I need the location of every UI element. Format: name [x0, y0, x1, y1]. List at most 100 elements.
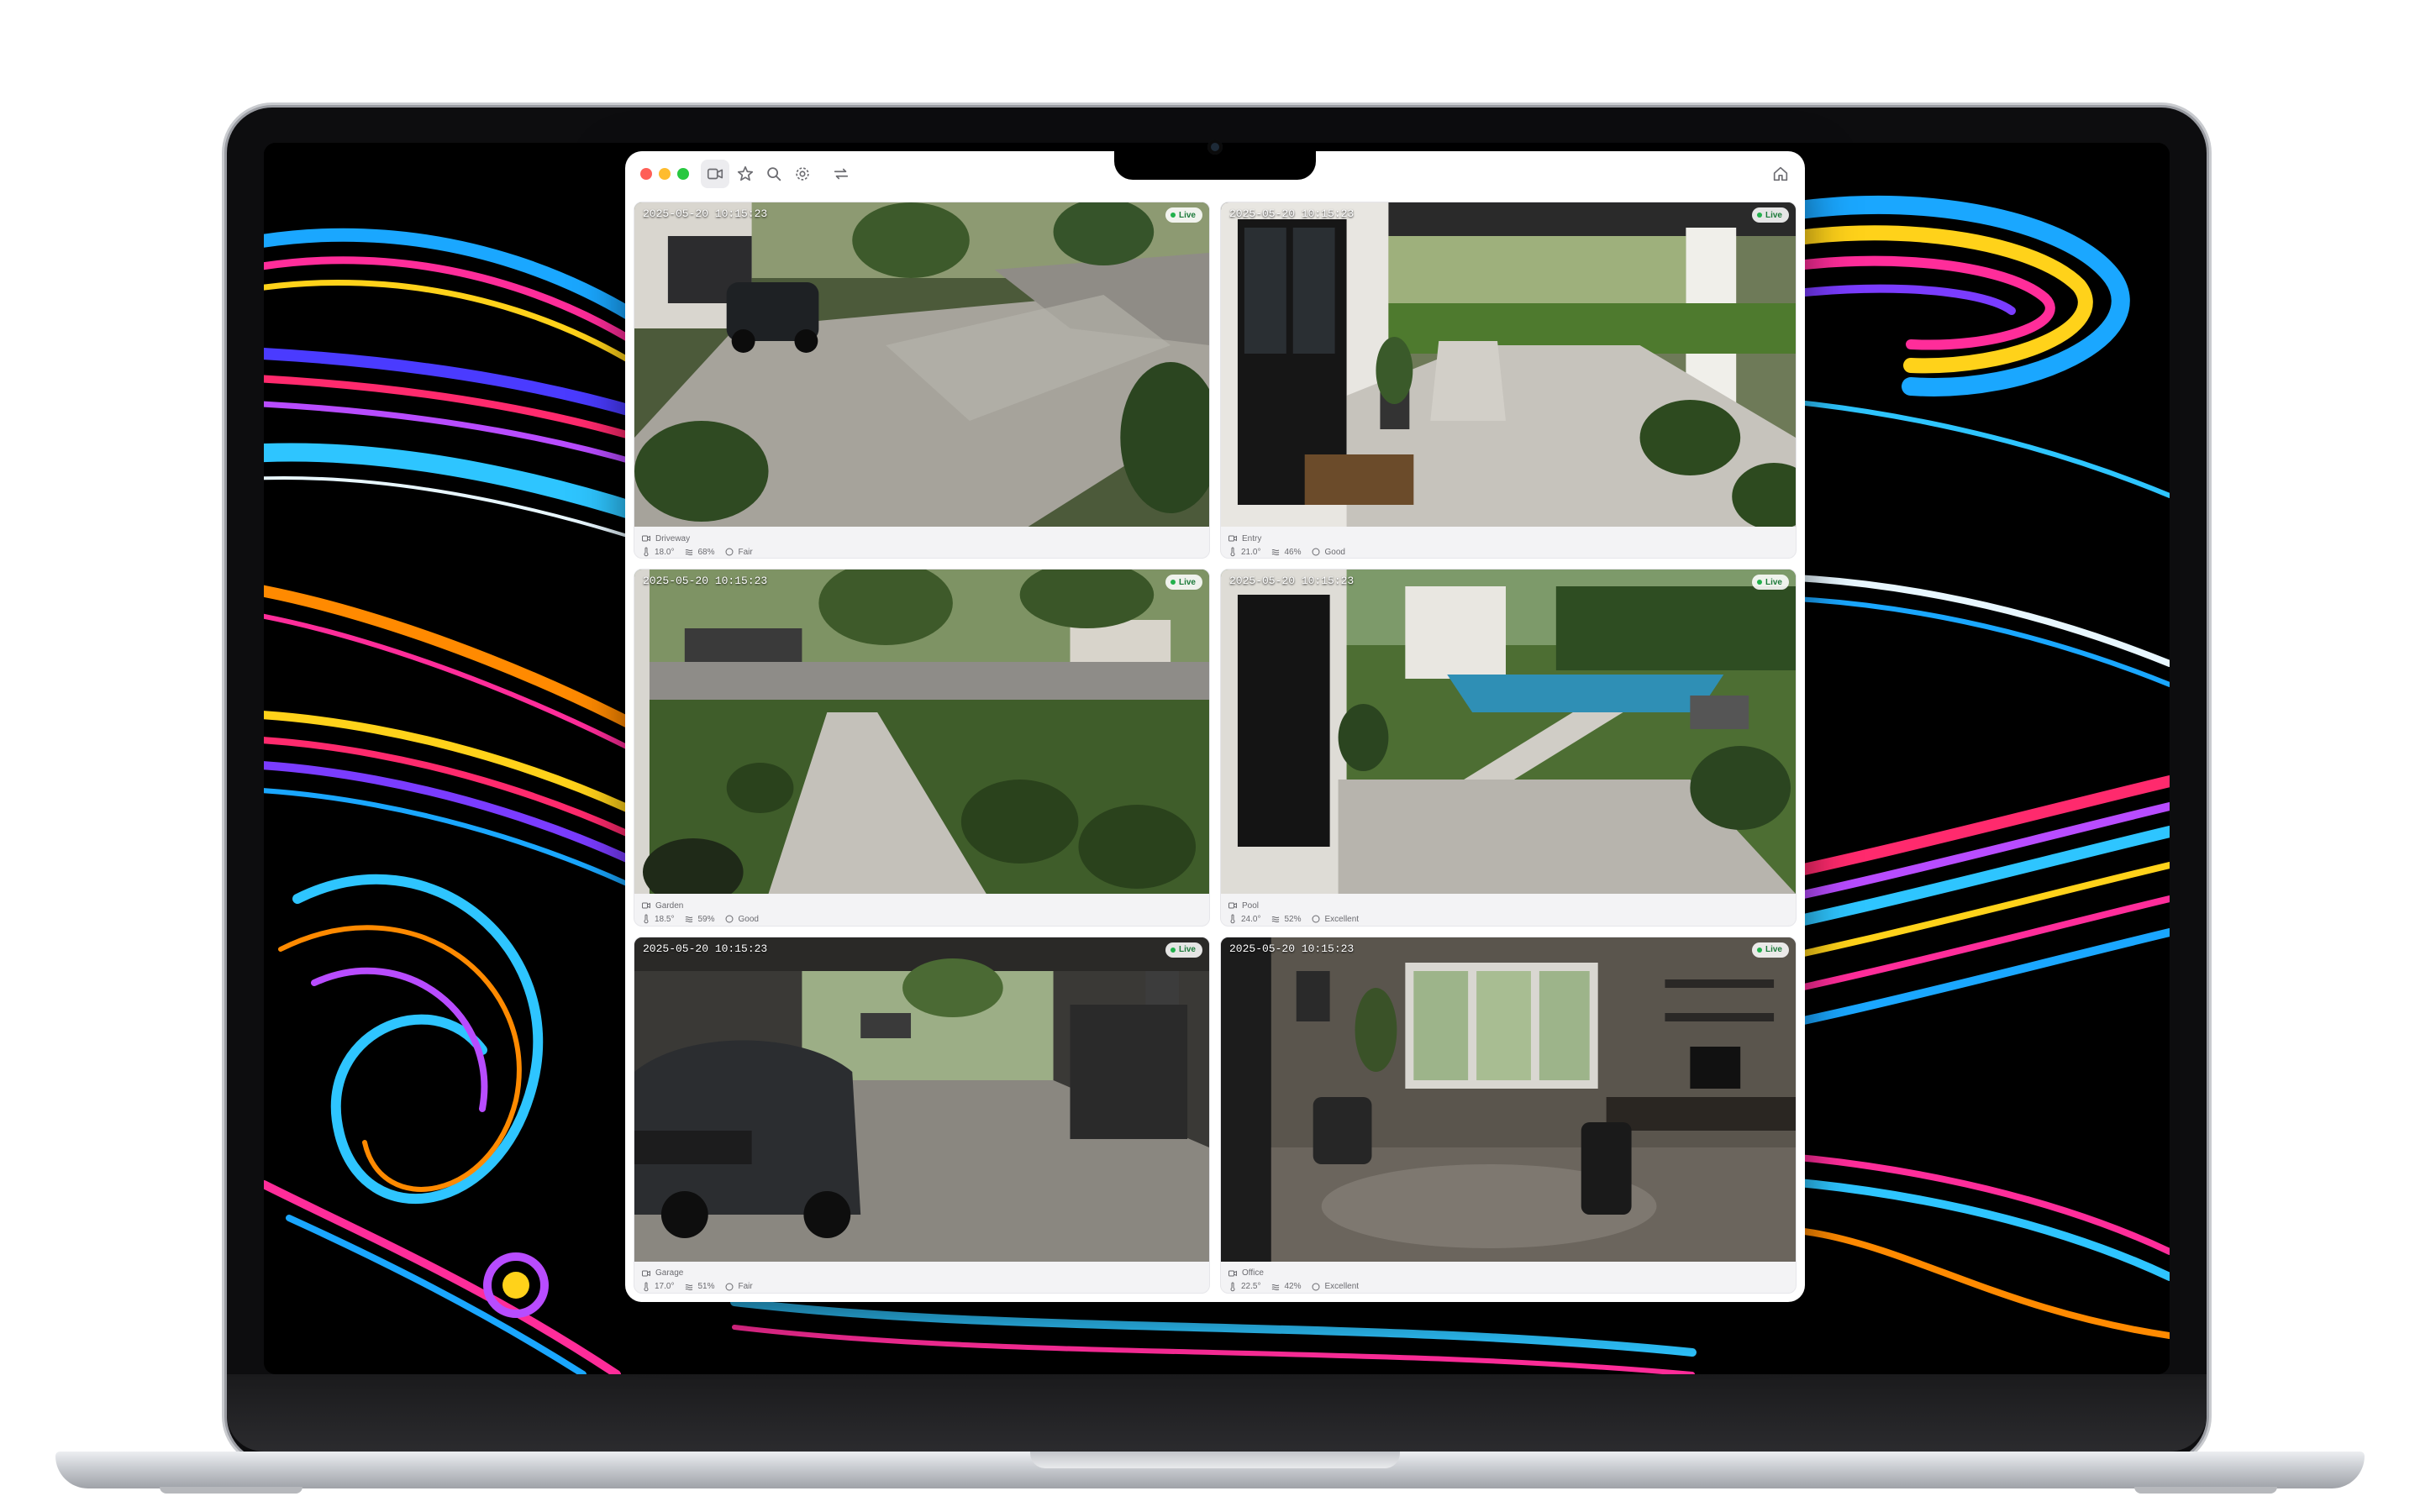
signal-quality-icon [1312, 548, 1320, 556]
camera-timestamp: 2025-05-20 10:15:23 [643, 207, 768, 220]
camera-stats: 18.5° 59% Good [641, 914, 759, 924]
humidity-value: 59% [697, 914, 715, 924]
minimize-button[interactable] [659, 168, 671, 180]
camera-info: Entry 21.0° 46% Good [1228, 532, 1789, 558]
quality-stat: Fair [724, 547, 753, 557]
live-label: Live [1178, 945, 1196, 955]
temperature-value: 24.0° [1241, 914, 1261, 924]
camera-card-garden[interactable]: 2025-05-20 10:15:23 Live Garden 18.5° 59… [634, 569, 1210, 927]
zoom-button[interactable] [677, 168, 689, 180]
camera-card-pool[interactable]: 2025-05-20 10:15:23 Live Pool 24.0° 52% … [1220, 569, 1797, 927]
quality-value: Excellent [1324, 914, 1360, 924]
camera-name: Entry [1242, 533, 1262, 543]
quality-stat: Excellent [1311, 1282, 1359, 1292]
garden-feed-image [634, 570, 1209, 895]
live-label: Live [1765, 945, 1782, 955]
live-dot-icon [1170, 213, 1176, 218]
live-dot-icon [1170, 580, 1176, 585]
humidity-stat: 68% [684, 547, 714, 557]
quality-value: Good [738, 914, 759, 924]
humidity-stat: 51% [684, 1282, 714, 1292]
live-label: Live [1178, 210, 1196, 220]
office-feed-image [1221, 937, 1796, 1262]
temperature-stat: 17.0° [641, 1282, 674, 1292]
humidity-value: 42% [1284, 1282, 1302, 1292]
live-label: Live [1765, 577, 1782, 587]
humidity-value: 51% [697, 1282, 715, 1292]
quality-stat: Good [724, 914, 759, 924]
live-badge: Live [1165, 207, 1202, 223]
temperature-stat: 22.5° [1228, 1282, 1260, 1292]
camera-info: Garage 17.0° 51% Fair [641, 1267, 1202, 1293]
humidity-icon [1272, 916, 1280, 923]
signal-quality-icon [1312, 1283, 1320, 1291]
signal-quality-icon [1312, 915, 1320, 923]
camera-app-window: 2025-05-20 10:15:23 Live Driveway 18.0° … [625, 151, 1805, 1302]
live-badge: Live [1751, 575, 1789, 591]
humidity-icon [1272, 1284, 1280, 1290]
camera-feed[interactable]: 2025-05-20 10:15:23 Live [634, 937, 1209, 1262]
quality-value: Fair [738, 547, 753, 557]
camera-name-row: Garage [641, 1268, 683, 1278]
live-dot-icon [1756, 580, 1762, 585]
laptop-opening-notch [1030, 1452, 1400, 1468]
live-label: Live [1178, 577, 1196, 587]
camera-feed[interactable]: 2025-05-20 10:15:23 Live [1221, 202, 1796, 527]
camera-stats: 24.0° 52% Excellent [1228, 914, 1359, 924]
humidity-icon [1272, 549, 1280, 556]
camera-timestamp: 2025-05-20 10:15:23 [643, 575, 768, 588]
camera-feed[interactable]: 2025-05-20 10:15:23 Live [1221, 570, 1796, 895]
live-badge: Live [1751, 942, 1789, 958]
live-dot-icon [1170, 947, 1176, 953]
camera-feed[interactable]: 2025-05-20 10:15:23 Live [634, 202, 1209, 527]
search-icon [767, 167, 781, 181]
quality-value: Fair [738, 1282, 753, 1292]
camera-stats: 18.0° 68% Fair [641, 547, 753, 557]
camera-name: Garden [655, 900, 684, 911]
live-badge: Live [1165, 942, 1202, 958]
laptop-foot-left [160, 1487, 302, 1494]
camera-card-office[interactable]: 2025-05-20 10:15:23 Live Office 22.5° 42… [1220, 936, 1797, 1294]
camera-feed[interactable]: 2025-05-20 10:15:23 Live [634, 570, 1209, 895]
quality-stat: Excellent [1311, 914, 1359, 924]
switch-view-button[interactable] [827, 160, 855, 188]
temperature-stat: 18.0° [641, 547, 674, 557]
camera-card-driveway[interactable]: 2025-05-20 10:15:23 Live Driveway 18.0° … [634, 202, 1210, 559]
quality-stat: Good [1311, 547, 1345, 557]
temperature-value: 21.0° [1241, 547, 1261, 557]
search-button[interactable] [760, 160, 788, 188]
thermometer-icon [1230, 914, 1235, 924]
camera-view-button[interactable] [701, 160, 729, 188]
settings-button[interactable] [788, 160, 817, 188]
thermometer-icon [644, 914, 649, 924]
temperature-value: 22.5° [1241, 1282, 1261, 1292]
camera-timestamp: 2025-05-20 10:15:23 [1229, 575, 1355, 588]
home-icon [1773, 166, 1788, 181]
camera-info: Office 22.5° 42% Excellent [1228, 1267, 1789, 1293]
camera-name: Office [1242, 1268, 1264, 1278]
camera-card-entry[interactable]: 2025-05-20 10:15:23 Live Entry 21.0° 46%… [1220, 202, 1797, 559]
humidity-icon [686, 549, 693, 556]
camera-icon [707, 168, 723, 180]
camera-name-row: Entry [1228, 533, 1261, 543]
favorites-button[interactable] [731, 160, 760, 188]
home-button[interactable] [1766, 160, 1795, 188]
humidity-stat: 52% [1270, 914, 1301, 924]
camera-timestamp: 2025-05-20 10:15:23 [643, 942, 768, 955]
camera-card-garage[interactable]: 2025-05-20 10:15:23 Live Garage 17.0° 51… [634, 936, 1210, 1294]
thermometer-icon [1230, 547, 1235, 557]
laptop-foot-right [2134, 1487, 2277, 1494]
camera-name: Garage [655, 1268, 684, 1278]
star-icon [737, 165, 754, 181]
temperature-value: 18.0° [655, 547, 675, 557]
camera-info: Garden 18.5° 59% Good [641, 899, 1202, 925]
camera-icon [642, 535, 650, 542]
laptop-bezel-bottom [227, 1374, 2207, 1452]
thermometer-icon [1230, 1282, 1235, 1291]
humidity-stat: 46% [1270, 547, 1301, 557]
camera-name: Pool [1242, 900, 1260, 911]
close-button[interactable] [640, 168, 652, 180]
humidity-icon [686, 1284, 693, 1290]
temperature-value: 17.0° [655, 1282, 675, 1292]
camera-feed[interactable]: 2025-05-20 10:15:23 Live [1221, 937, 1796, 1262]
